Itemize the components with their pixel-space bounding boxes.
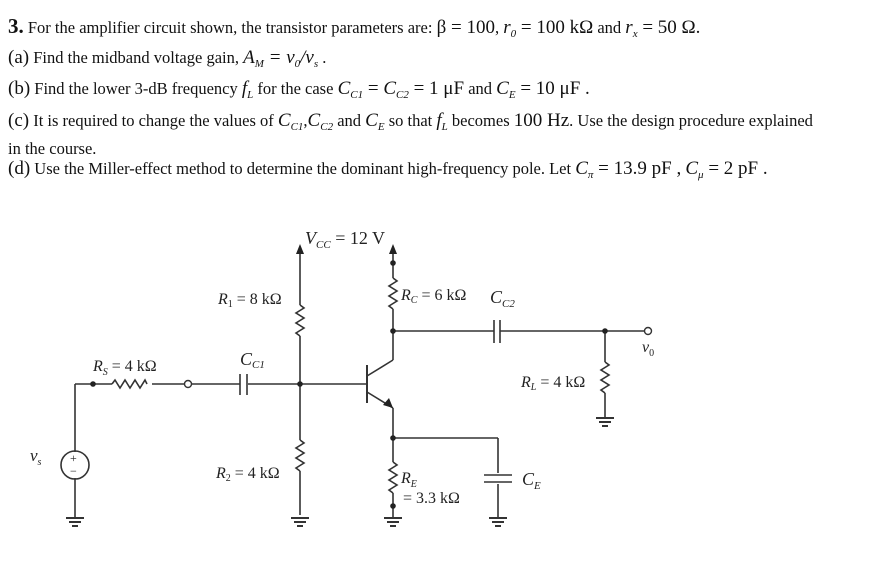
ce-label: CE (522, 469, 541, 492)
junction-dot (602, 328, 608, 334)
rc-label: RC = 6 kΩ (400, 287, 466, 306)
ground-icon (66, 517, 84, 527)
rl-resistor (599, 361, 611, 394)
vcc-label: VCC = 12 V (305, 228, 385, 251)
vcc-arrow-r1 (296, 244, 304, 254)
vcc-arrow-rc (389, 244, 397, 254)
re-resistor (387, 461, 399, 494)
r1-resistor (294, 304, 306, 337)
output-terminal (643, 326, 653, 336)
r2-label: R2 = 4 kΩ (215, 465, 280, 484)
junction-dot (390, 328, 396, 334)
re-value: = 3.3 kΩ (403, 490, 460, 507)
r2-resistor (294, 439, 306, 472)
source-minus: − (70, 464, 77, 478)
re-label: RE (400, 470, 417, 490)
amplifier-circuit-diagram: + − VCC = 12 V R1 = 8 kΩ RC = 6 kΩ CC2 v… (30, 228, 654, 527)
rl-label: RL = 4 kΩ (520, 374, 585, 393)
ground-icon (596, 417, 614, 427)
r1-label: R1 = 8 kΩ (217, 291, 282, 310)
junction-dot (90, 381, 96, 387)
junction-dot (390, 503, 396, 509)
ground-icon (384, 517, 402, 527)
vs-label: vs (30, 446, 42, 468)
source-plus: + (70, 451, 77, 465)
junction-dot (390, 435, 396, 441)
junction-dot (390, 260, 396, 266)
transistor-collector-lead (366, 359, 394, 377)
rs-label: RS = 4 kΩ (92, 358, 157, 378)
ground-icon (291, 517, 309, 527)
junction-dot (297, 381, 303, 387)
cc1-label: CC1 (240, 349, 265, 371)
vo-label: v0 (642, 339, 654, 359)
rc-resistor (387, 277, 399, 310)
cc2-label: CC2 (490, 287, 515, 310)
ground-icon (489, 517, 507, 527)
input-terminal (183, 379, 193, 389)
